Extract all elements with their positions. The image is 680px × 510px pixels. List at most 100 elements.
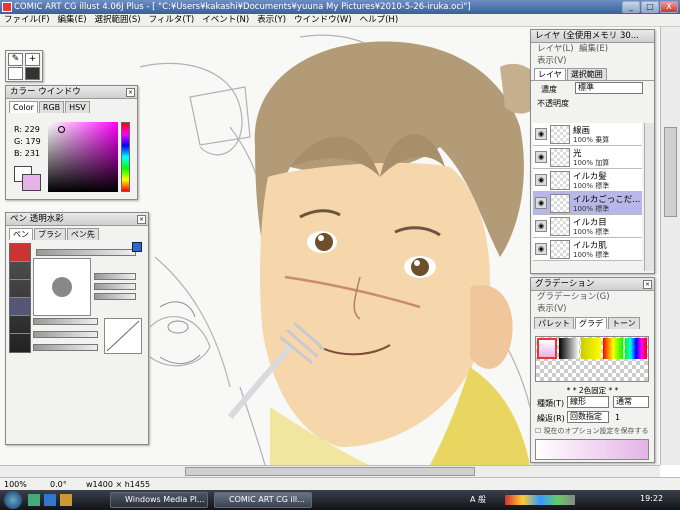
pressure-curve-line (106, 320, 140, 352)
menu-edit[interactable]: 編集(E) (54, 14, 91, 27)
save-option-label: 現在のオプション設定を保存する (543, 427, 649, 435)
menu-filter[interactable]: フィルタ(T) (145, 14, 199, 27)
layer-list-scrollbar[interactable] (644, 123, 654, 271)
save-option-checkbox[interactable]: ☐ 現在のオプション設定を保存する (535, 426, 649, 437)
tab-color[interactable]: Color (9, 101, 38, 113)
opacity-slider[interactable] (33, 331, 98, 338)
move-tool-icon[interactable]: + (25, 53, 40, 66)
density-slider[interactable] (94, 273, 136, 280)
layer-row[interactable]: ◉ イルカ目 100% 標準 (533, 215, 642, 238)
layer-menu-edit[interactable]: 編集(E) (579, 44, 608, 54)
tab-tone[interactable]: トーン (608, 317, 640, 329)
pressure-slider[interactable] (33, 318, 98, 325)
tab-pen[interactable]: ペン (9, 228, 33, 240)
visibility-eye-icon[interactable]: ◉ (535, 220, 547, 232)
quicklaunch-ie-icon[interactable] (44, 494, 56, 506)
tab-gradation[interactable]: グラデ (575, 317, 607, 329)
gradation-menu-gradation[interactable]: グラデーション(G) (537, 292, 610, 302)
layer-row[interactable]: ◉ イルカ肌 100% 標準 (533, 238, 642, 261)
foreground-color-swatch[interactable] (22, 174, 41, 191)
start-button[interactable] (4, 491, 22, 509)
blend-mode-select[interactable]: 標準 (575, 82, 643, 94)
horizontal-scrollbar[interactable] (0, 465, 660, 477)
blend-slider[interactable] (94, 283, 136, 290)
vertical-scroll-thumb[interactable] (664, 127, 677, 217)
visibility-eye-icon[interactable]: ◉ (535, 174, 547, 186)
brush-preview (33, 258, 91, 316)
repeat-mode-select[interactable]: 回数指定 (567, 411, 609, 423)
menu-file[interactable]: ファイル(F) (0, 14, 54, 27)
visibility-eye-icon[interactable]: ◉ (535, 243, 547, 255)
brush-window-close-icon[interactable]: × (137, 215, 146, 224)
brush-size-slider[interactable] (36, 249, 136, 256)
system-tray-icons[interactable] (505, 495, 575, 505)
pressure-curve-graph[interactable] (104, 318, 142, 354)
tab-rgb[interactable]: RGB (38, 101, 65, 113)
gradient-mode-select[interactable]: 通常 (613, 396, 649, 408)
horizontal-scroll-thumb[interactable] (185, 467, 475, 476)
tab-palette[interactable]: パレット (534, 317, 574, 329)
taskbar-item-media-player[interactable]: Windows Media Pl... (110, 492, 208, 508)
brush-preset-4-icon[interactable] (10, 298, 30, 316)
gradient-swatch-bw[interactable] (559, 338, 579, 359)
brush-preset-1-icon[interactable] (10, 244, 30, 262)
vertical-scrollbar[interactable] (660, 27, 680, 465)
taskbar-item-comic-art[interactable]: COMIC ART CG ill... (214, 492, 312, 508)
gradient-swatch-rainbow-2[interactable] (625, 338, 647, 359)
layer-row[interactable]: ◉ イルカ髪 100% 標準 (533, 169, 642, 192)
ime-indicator[interactable]: A 般 (470, 494, 486, 505)
save-brush-icon[interactable] (132, 242, 142, 252)
app-icon (2, 2, 12, 12)
menu-view[interactable]: 表示(Y) (253, 14, 290, 27)
texture-slider[interactable] (33, 344, 98, 351)
layer-info: 100% 標準 (573, 205, 610, 213)
minimize-button[interactable]: _ (622, 1, 640, 13)
color-window-close-icon[interactable]: × (126, 88, 135, 97)
tab-brush[interactable]: ブラシ (34, 228, 66, 240)
visibility-eye-icon[interactable]: ◉ (535, 151, 547, 163)
menu-help[interactable]: ヘルプ(H) (356, 14, 403, 27)
hue-slider[interactable] (121, 122, 130, 192)
layer-thumbnail (550, 125, 570, 144)
select-tool-icon[interactable] (8, 67, 23, 80)
close-button[interactable]: X (660, 1, 678, 13)
color-window-header: カラー ウインドウ × (6, 86, 137, 99)
quicklaunch-desktop-icon[interactable] (28, 494, 40, 506)
layer-menu-layer[interactable]: レイヤ(L) (537, 44, 574, 54)
layer-row-selected[interactable]: ◉ イルカごっこだ... 100% 標準 (533, 192, 642, 215)
gradient-preview-bar (535, 439, 649, 460)
gradient-swatch-rainbow-1[interactable] (603, 338, 623, 359)
gradation-menu-view[interactable]: 表示(V) (537, 304, 566, 314)
gradient-swatch-selected[interactable] (537, 338, 557, 359)
tab-pen-tip[interactable]: ペン先 (66, 228, 99, 240)
saturation-value-picker[interactable] (48, 122, 118, 192)
tab-layer[interactable]: レイヤ (534, 68, 566, 80)
pen-tool-icon[interactable]: ✎ (8, 53, 23, 66)
brush-window-header: ペン 透明水彩 × (6, 213, 148, 226)
brush-preset-5-icon[interactable] (10, 316, 30, 334)
gradient-type-select[interactable]: 線形 (567, 396, 609, 408)
layer-menu-view[interactable]: 表示(V) (537, 56, 566, 66)
layer-row[interactable]: ◉ 光 100% 加算 (533, 146, 642, 169)
layer-row[interactable]: ◉ 線画 100% 乗算 (533, 123, 642, 146)
repeat-count-input[interactable]: 1 (615, 413, 620, 422)
maximize-button[interactable]: □ (641, 1, 659, 13)
tab-selection[interactable]: 選択範囲 (566, 68, 607, 80)
brush-preset-3-icon[interactable] (10, 280, 30, 298)
fill-tool-icon[interactable] (25, 67, 40, 80)
menu-window[interactable]: ウインドウ(W) (290, 14, 356, 27)
layer-list: ◉ 線画 100% 乗算 ◉ 光 100% 加算 ◉ イルカ髪 100% 標準 ◉ イルカごっ… (533, 123, 642, 261)
menu-event[interactable]: イベント(N) (198, 14, 253, 27)
brush-preset-2-icon[interactable] (10, 262, 30, 280)
visibility-eye-icon[interactable]: ◉ (535, 197, 547, 209)
layer-info: 100% 乗算 (573, 136, 610, 144)
gradation-close-icon[interactable]: × (643, 280, 652, 289)
quicklaunch-folder-icon[interactable] (60, 494, 72, 506)
picker-cursor[interactable] (58, 126, 65, 133)
water-slider[interactable] (94, 293, 136, 300)
menu-selection[interactable]: 選択範囲(S) (91, 14, 145, 27)
brush-presets-column[interactable] (9, 243, 31, 353)
tab-hsv[interactable]: HSV (65, 101, 90, 113)
gradient-swatch-yellow[interactable] (581, 338, 601, 359)
visibility-eye-icon[interactable]: ◉ (535, 128, 547, 140)
